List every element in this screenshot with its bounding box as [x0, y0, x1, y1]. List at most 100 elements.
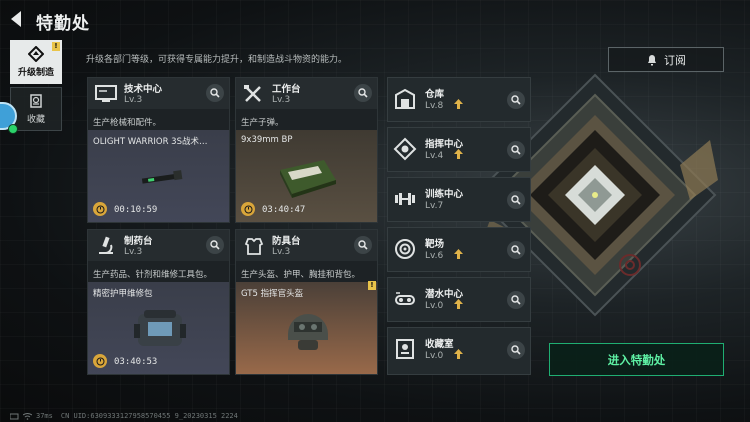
search-icon [210, 240, 220, 250]
facility-level: Lv.0 [425, 301, 444, 311]
search-icon [511, 95, 521, 105]
command-icon [393, 137, 417, 161]
enter-special-ops-button[interactable]: 进入特勤处 [549, 343, 724, 376]
card-workbench[interactable]: 工作台 Lv.3 生产子弹。 9x39mm BP 03:40:47 [235, 77, 378, 223]
card-tech-center[interactable]: 技术中心 Lv.3 生产枪械和配件。 OLIGHT WARRIOR 3S战术… … [87, 77, 230, 223]
card-armor-bench[interactable]: 防具台 Lv.3 生产头盔、护甲、胸挂和背包。 GT5 指挥官头盔 ! [235, 229, 378, 375]
facility-command-center[interactable]: 指挥中心 Lv.4 [387, 127, 531, 172]
ammo-box-item-icon [280, 160, 336, 198]
uid-text: CN UID:6309333127958570455 9_20230315 22… [60, 412, 238, 420]
production-slot[interactable]: OLIGHT WARRIOR 3S战术… 00:10:59 [88, 130, 229, 222]
level-up-arrow-icon [454, 249, 463, 259]
upgrade-craft-icon [28, 46, 44, 62]
page-title: 特勤处 [36, 14, 90, 34]
timer-value: 03:40:47 [262, 205, 306, 215]
facility-warehouse[interactable]: 仓库 Lv.8 [387, 77, 531, 122]
production-slot[interactable]: 精密护甲维修包 03:40:53 [88, 282, 229, 374]
card-description: 生产头盔、护甲、胸挂和背包。 [241, 270, 361, 280]
rail-tab-label: 收藏 [26, 115, 45, 125]
warehouse-icon [395, 88, 415, 109]
level-up-arrow-icon [454, 99, 463, 109]
header-bar: 特勤处 [0, 0, 750, 38]
facility-level: Lv.7 [425, 201, 444, 211]
subscribe-button[interactable]: 订阅 [608, 47, 724, 72]
helmet-item-icon [288, 314, 328, 350]
back-button[interactable] [6, 8, 28, 30]
facility-level: Lv.6 [425, 251, 444, 261]
card-header: 技术中心 Lv.3 [88, 78, 229, 109]
facility-name: 靶场 [425, 239, 445, 250]
search-button[interactable] [354, 84, 372, 102]
production-slot[interactable]: GT5 指挥官头盔 [236, 282, 377, 374]
card-level: Lv.3 [272, 95, 291, 105]
microscope-icon [99, 236, 113, 254]
rail-tab-upgrade-craft[interactable]: 升级制造 ! [10, 40, 62, 84]
card-name: 防具台 [272, 236, 301, 247]
card-level: Lv.3 [124, 247, 143, 257]
facility-dive-center[interactable]: 潜水中心 Lv.0 [387, 277, 531, 322]
card-name: 工作台 [272, 84, 301, 95]
search-button[interactable] [507, 241, 525, 259]
item-name: OLIGHT WARRIOR 3S战术… [93, 137, 208, 147]
target-icon [395, 239, 415, 259]
search-button[interactable] [507, 141, 525, 159]
subscribe-label: 订阅 [664, 53, 686, 67]
card-level: Lv.3 [124, 95, 143, 105]
search-icon [210, 88, 220, 98]
dive-icon [395, 292, 415, 305]
card-name: 技术中心 [124, 84, 163, 95]
facility-name: 仓库 [425, 89, 445, 100]
notification-badge: ! [368, 281, 376, 290]
item-name: 9x39mm BP [241, 135, 293, 145]
trophy-icon [396, 339, 414, 359]
search-icon [511, 295, 521, 305]
search-icon [511, 245, 521, 255]
facility-level: Lv.4 [425, 151, 444, 161]
status-bar: 37ms CN UID:6309333127958570455 9_202303… [10, 410, 246, 422]
monitor-icon [95, 84, 117, 102]
search-button[interactable] [206, 84, 224, 102]
notification-badge: ! [52, 42, 60, 51]
bell-icon [648, 54, 656, 65]
facility-training-center[interactable]: 训练中心 Lv.7 [387, 177, 531, 222]
back-arrow-icon [11, 11, 21, 27]
search-icon [511, 195, 521, 205]
facility-collection-room[interactable]: 收藏室 Lv.0 [387, 327, 531, 375]
card-description: 生产子弹。 [241, 118, 284, 128]
dumbbell-icon [395, 193, 415, 205]
card-header: 制药台 Lv.3 [88, 230, 229, 261]
card-description: 生产药品、针剂和维修工具包。 [93, 270, 213, 280]
wifi-icon [23, 412, 32, 420]
search-button[interactable] [507, 91, 525, 109]
search-icon [358, 240, 368, 250]
rail-tab-label: 升级制造 [17, 68, 54, 78]
search-button[interactable] [507, 291, 525, 309]
facility-name: 收藏室 [425, 339, 454, 350]
timer-icon [93, 202, 107, 216]
search-icon [511, 345, 521, 355]
card-level: Lv.3 [272, 247, 291, 257]
battery-icon [10, 413, 19, 419]
facility-shooting-range[interactable]: 靶场 Lv.6 [387, 227, 531, 272]
timer-value: 03:40:53 [114, 357, 158, 367]
production-slot[interactable]: 9x39mm BP 03:40:47 [236, 130, 377, 222]
online-status-dot [8, 124, 18, 134]
search-icon [511, 145, 521, 155]
search-button[interactable] [206, 236, 224, 254]
timer-icon [241, 202, 255, 216]
rail-tab-collection[interactable]: 收藏 [10, 87, 62, 131]
search-button[interactable] [507, 191, 525, 209]
card-header: 工作台 Lv.3 [236, 78, 377, 109]
facility-name: 训练中心 [425, 189, 464, 200]
tools-icon [244, 84, 261, 102]
card-header: 防具台 Lv.3 [236, 230, 377, 261]
item-name: 精密护甲维修包 [93, 289, 153, 299]
timer-icon [93, 354, 107, 368]
page-subtitle: 升级各部门等级，可获得专属能力提升，和制造战斗物资的能力。 [86, 55, 348, 65]
ping-value: 37ms [36, 412, 53, 420]
search-button[interactable] [354, 236, 372, 254]
search-button[interactable] [507, 341, 525, 359]
card-name: 制药台 [124, 236, 153, 247]
card-pharmacy[interactable]: 制药台 Lv.3 生产药品、针剂和维修工具包。 精密护甲维修包 03:40:53 [87, 229, 230, 375]
facility-level: Lv.0 [425, 351, 444, 361]
